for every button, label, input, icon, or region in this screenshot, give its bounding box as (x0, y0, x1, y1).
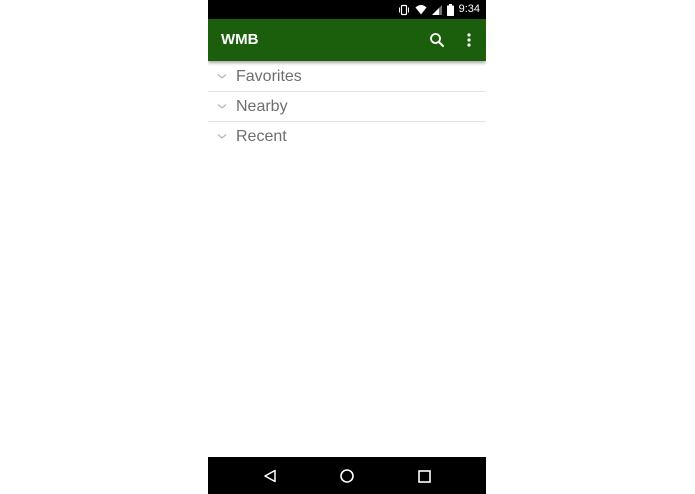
list-item-recent[interactable]: Recent (208, 122, 486, 151)
list-item-label: Favorites (236, 68, 302, 85)
home-button[interactable] (336, 465, 358, 487)
back-button[interactable] (259, 465, 281, 487)
list-item-favorites[interactable]: Favorites (208, 62, 486, 92)
search-button[interactable] (425, 28, 449, 52)
app-title: WMB (221, 31, 259, 48)
status-bar: 9:34 (208, 0, 486, 19)
group-list: Favorites Nearby Recent (208, 62, 486, 151)
signal-icon (431, 4, 442, 15)
more-options-button[interactable] (457, 28, 481, 52)
back-icon (264, 469, 276, 483)
search-icon (430, 33, 444, 47)
status-time: 9:34 (458, 3, 480, 15)
chevron-down-icon (217, 74, 227, 79)
battery-icon (446, 3, 454, 16)
vibrate-icon (398, 4, 410, 16)
list-item-label: Recent (236, 128, 287, 145)
more-vert-icon (467, 33, 471, 47)
chevron-down-icon (217, 104, 227, 109)
list-item-nearby[interactable]: Nearby (208, 92, 486, 122)
navigation-bar (208, 457, 486, 494)
status-icons: 9:34 (398, 0, 480, 19)
app-bar: WMB (208, 19, 486, 61)
phone-screen: 9:34 WMB Favorites Nearby Recent (208, 0, 486, 494)
recents-icon (417, 469, 431, 483)
wifi-icon (415, 4, 427, 15)
list-item-label: Nearby (236, 98, 288, 115)
recents-button[interactable] (413, 465, 435, 487)
chevron-down-icon (217, 134, 227, 139)
home-icon (340, 469, 354, 483)
